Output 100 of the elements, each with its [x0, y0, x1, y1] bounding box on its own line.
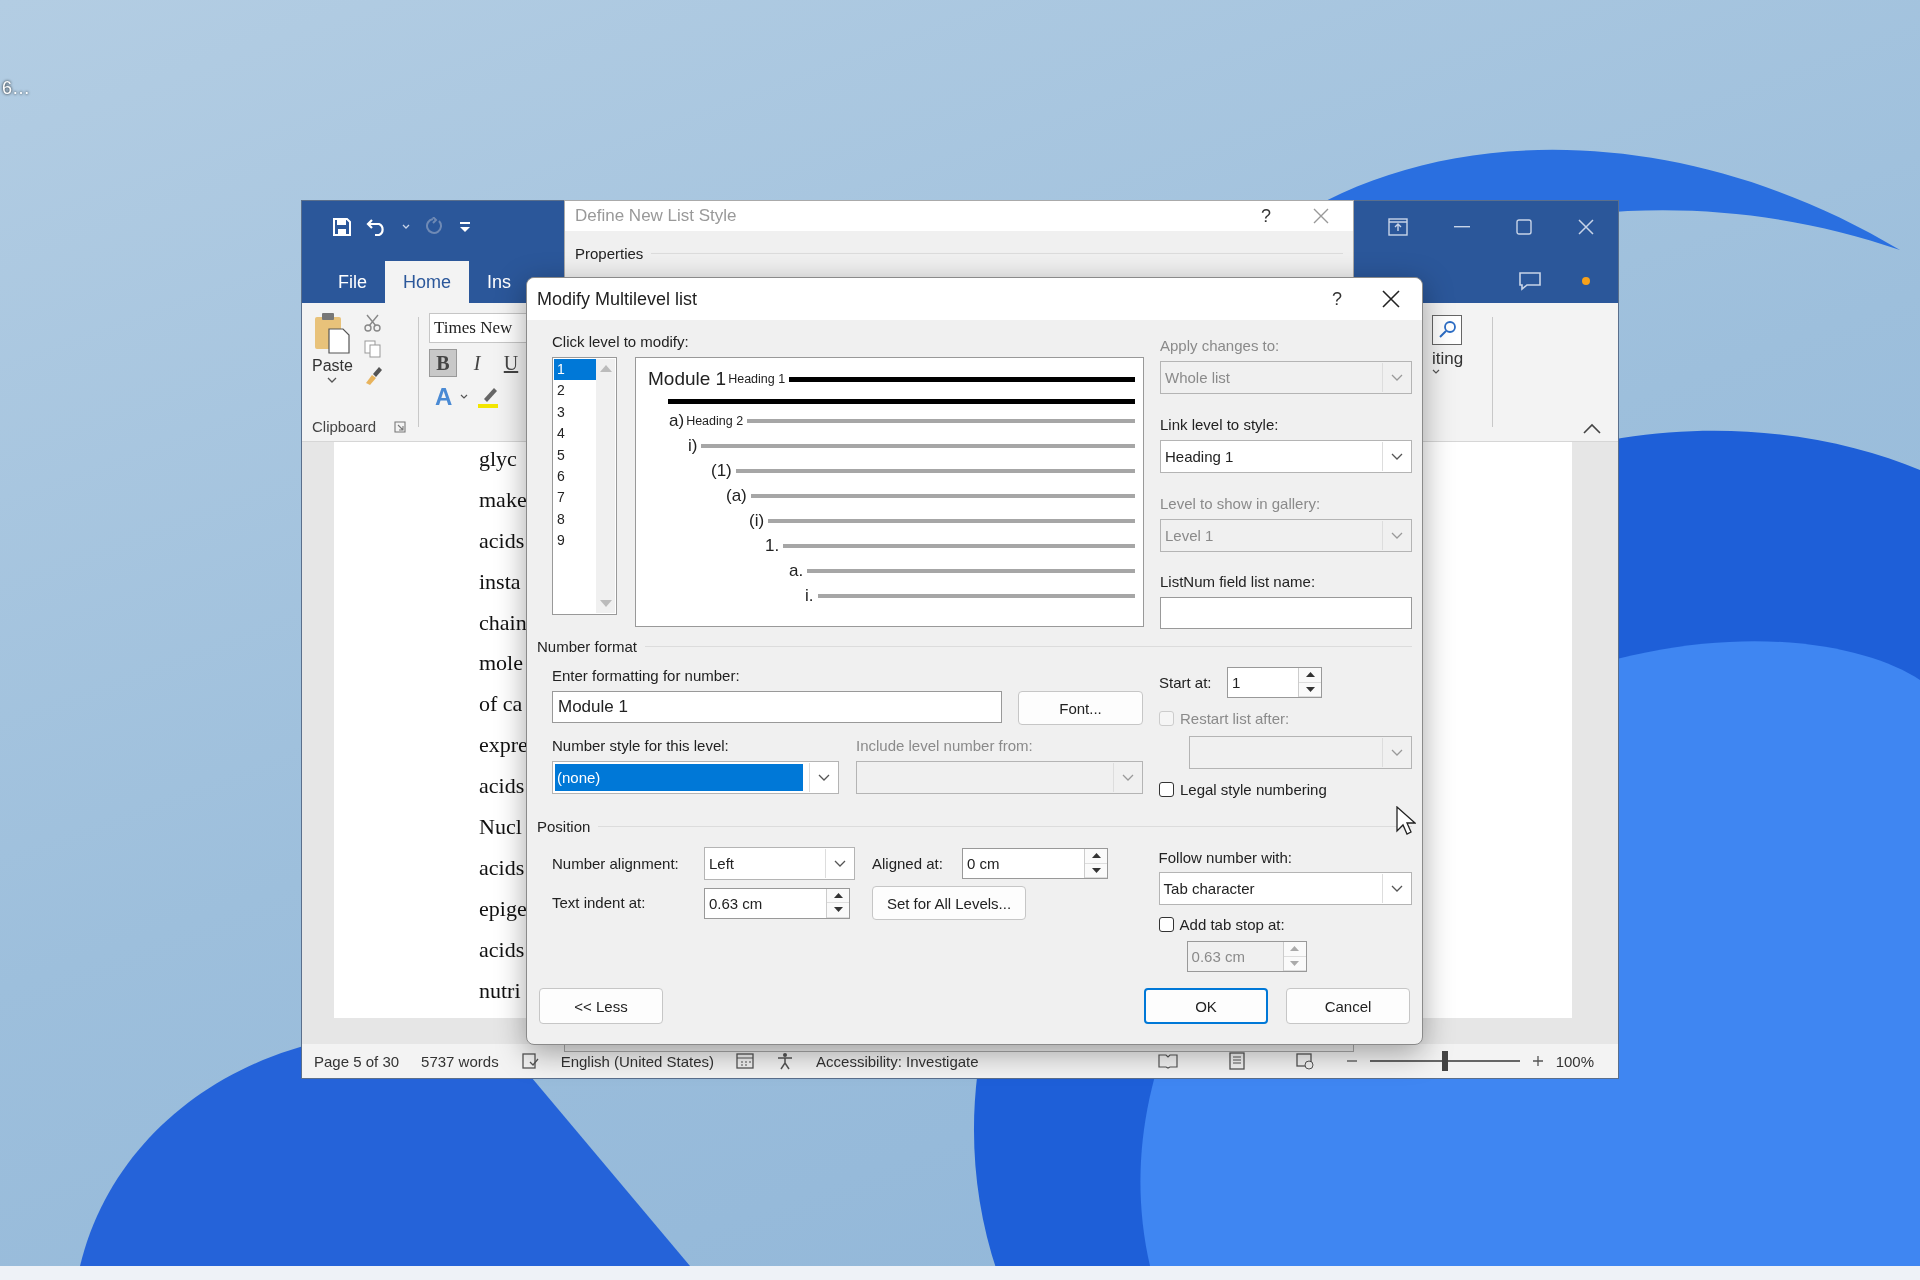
- maximize-icon[interactable]: [1516, 219, 1532, 235]
- text-indent-spinner[interactable]: 0.63 cm: [704, 887, 850, 919]
- number-format-field[interactable]: Module 1: [552, 691, 1002, 723]
- follow-number-dropdown[interactable]: Tab character: [1158, 872, 1412, 905]
- field-label: ListNum field list name:: [1160, 573, 1317, 591]
- document-text-line: make: [479, 485, 527, 514]
- help-button[interactable]: ?: [1261, 205, 1271, 227]
- set-for-all-levels-button[interactable]: Set for All Levels...: [872, 886, 1026, 920]
- format-button[interactable]: I: [463, 349, 491, 377]
- list-number: a): [669, 410, 685, 431]
- proofing-icon[interactable]: [520, 1052, 539, 1070]
- field-label: Enter formatting for number:: [552, 667, 741, 685]
- number-style-dropdown[interactable]: (none): [552, 761, 839, 794]
- read-mode-icon[interactable]: [1157, 1053, 1178, 1069]
- level-list-item[interactable]: 2: [554, 380, 596, 402]
- spin-up-button[interactable]: [1085, 849, 1107, 864]
- document-text-line: glyc: [479, 445, 517, 473]
- section-heading: Position: [537, 817, 591, 835]
- document-text-line: acids: [479, 526, 525, 555]
- level-list-item[interactable]: 6: [554, 465, 596, 488]
- web-layout-icon[interactable]: [1295, 1052, 1314, 1070]
- field-label: Include level number from:: [856, 737, 1033, 755]
- dialog-launcher-icon[interactable]: [394, 420, 407, 433]
- font-button[interactable]: Font...: [1018, 691, 1143, 725]
- zoom-slider-thumb[interactable]: [1441, 1051, 1448, 1071]
- level-list-item[interactable]: 1: [554, 359, 596, 381]
- paste-clipboard-icon[interactable]: [313, 311, 352, 355]
- triangle-down-icon: [1305, 686, 1315, 692]
- ribbon-display-options-icon[interactable]: [1388, 218, 1408, 236]
- paste-label[interactable]: Paste: [312, 357, 353, 375]
- collapse-ribbon-icon[interactable]: [1582, 423, 1602, 435]
- ribbon-tab[interactable]: Ins: [469, 261, 530, 303]
- field-label: Level to show in gallery:: [1160, 495, 1322, 513]
- spin-up-button[interactable]: [1299, 668, 1321, 683]
- level-list-item[interactable]: 4: [554, 423, 596, 445]
- macro-icon[interactable]: [736, 1053, 755, 1069]
- triangle-up-icon: [1290, 946, 1300, 952]
- format-button[interactable]: B: [429, 349, 457, 377]
- accessibility-status[interactable]: Accessibility: Investigate: [816, 1052, 979, 1070]
- dialog-button[interactable]: << Less: [539, 988, 663, 1024]
- field-label: Number style for this level:: [552, 737, 730, 755]
- number-alignment-dropdown[interactable]: Left: [704, 847, 855, 880]
- ribbon-tab[interactable]: File: [320, 261, 385, 303]
- accessibility-icon[interactable]: [776, 1052, 795, 1070]
- zoom-level[interactable]: 100%: [1555, 1052, 1594, 1070]
- level-list-item[interactable]: 7: [554, 487, 596, 509]
- customize-toolbar-icon[interactable]: [458, 221, 472, 233]
- field-label: Follow number with:: [1158, 849, 1293, 867]
- save-icon[interactable]: [332, 217, 352, 237]
- checkbox[interactable]: [1159, 781, 1174, 797]
- close-icon[interactable]: [1382, 290, 1400, 308]
- level-list-item[interactable]: 8: [554, 508, 596, 531]
- dialog-title: Define New List Style: [575, 206, 737, 226]
- level-list[interactable]: 1 2 3 4 5 6 7 8 9: [552, 357, 617, 615]
- group-label: iting: [1432, 349, 1464, 369]
- caret-icon[interactable]: [327, 377, 338, 383]
- notification-dot: [1582, 277, 1590, 285]
- level-list-item[interactable]: 3: [554, 401, 596, 424]
- triangle-up-icon: [833, 892, 843, 898]
- checkbox-label: Add tab stop at:: [1179, 915, 1285, 933]
- caret-icon[interactable]: [1432, 369, 1440, 375]
- field-label: Text indent at:: [552, 894, 647, 912]
- search-icon[interactable]: [1432, 315, 1462, 345]
- link-style-dropdown[interactable]: Heading 1: [1160, 440, 1412, 473]
- list-number: 1.: [765, 535, 780, 556]
- document-text-line: nutri: [479, 976, 521, 1005]
- scissors-icon[interactable]: [362, 313, 383, 333]
- document-text-line: of ca: [479, 690, 523, 719]
- help-button[interactable]: ?: [1332, 288, 1342, 310]
- style-name: Heading 2: [686, 413, 744, 428]
- print-layout-icon[interactable]: [1227, 1052, 1246, 1070]
- comment-icon[interactable]: [1518, 271, 1542, 291]
- list-number: Module 1: [648, 368, 727, 390]
- section-heading: Number format: [537, 637, 638, 655]
- field-label: Aligned at:: [872, 854, 944, 873]
- document-text-line: chain: [479, 608, 527, 637]
- document-text-line: mole: [479, 649, 523, 678]
- spin-up-button[interactable]: [827, 888, 849, 903]
- ribbon-tab[interactable]: Home: [385, 261, 470, 303]
- start-at-spinner[interactable]: 1: [1227, 667, 1322, 698]
- dialog-button[interactable]: Cancel: [1286, 988, 1410, 1024]
- listnum-name-field[interactable]: [1160, 597, 1412, 629]
- document-text-line: epige: [479, 894, 527, 923]
- checkbox[interactable]: [1158, 916, 1174, 932]
- spin-down-button[interactable]: [827, 903, 849, 918]
- document-text-line: acids: [479, 853, 525, 882]
- caret-icon[interactable]: [460, 394, 469, 400]
- document-text-line: expre: [479, 731, 528, 760]
- format-button[interactable]: U: [497, 349, 525, 377]
- dialog-title: Modify Multilevel list: [537, 288, 698, 310]
- section-heading: Properties: [575, 245, 644, 262]
- level-list-item[interactable]: 9: [554, 530, 596, 552]
- dialog-button[interactable]: OK: [1144, 988, 1268, 1024]
- aligned-at-spinner[interactable]: 0 cm: [962, 848, 1108, 879]
- list-number: (a): [726, 485, 747, 506]
- level-list-item[interactable]: 5: [554, 444, 596, 466]
- language-indicator[interactable]: English (United States): [560, 1052, 715, 1070]
- word-count[interactable]: 5737 words: [421, 1052, 499, 1070]
- page-count[interactable]: Page 5 of 30: [314, 1052, 400, 1070]
- zoom-in-icon[interactable]: [1531, 1055, 1544, 1067]
